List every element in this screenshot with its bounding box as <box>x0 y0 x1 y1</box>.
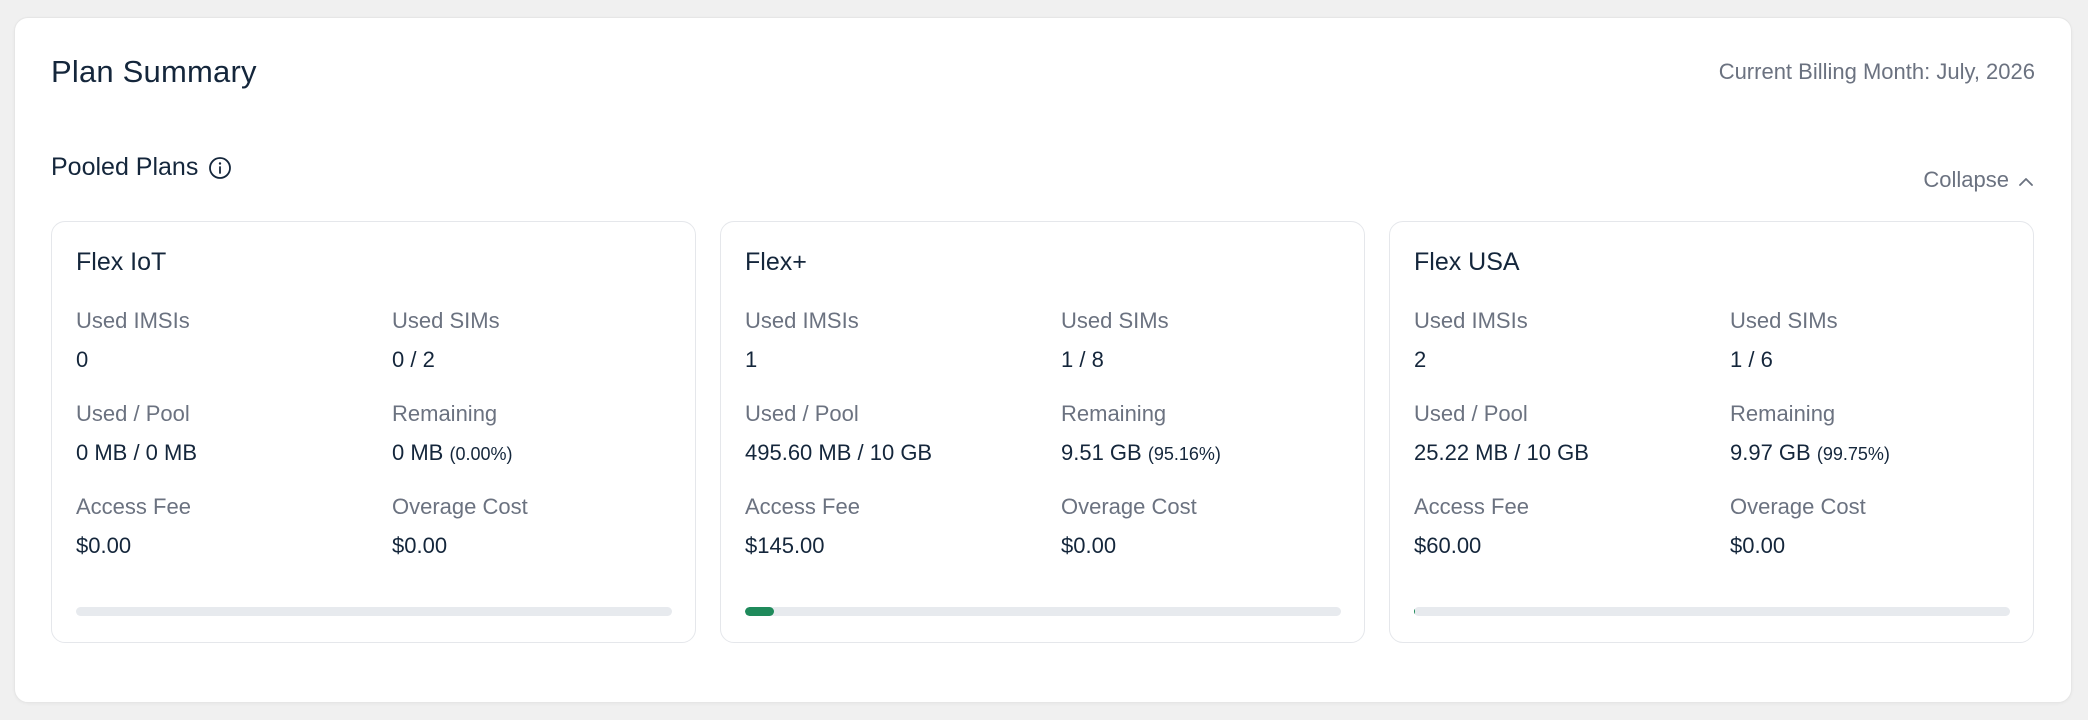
overage-cost-value: $0.00 <box>1061 533 1117 558</box>
overage-cost-label: Overage Cost <box>1061 494 1197 519</box>
remaining-percent: (99.75%) <box>1816 444 1890 464</box>
overage-cost-label: Overage Cost <box>1730 494 1866 519</box>
plan-card-flex-iot: Flex IoT Used IMSIs 0 Used SIMs 0 / 2 Us… <box>51 221 696 643</box>
used-pool-value: 495.60 MB / 10 GB <box>745 440 933 465</box>
remaining-percent: (95.16%) <box>1147 444 1221 464</box>
remaining-value: 0 MB (0.00%) <box>392 440 513 466</box>
chevron-up-icon <box>2017 171 2035 189</box>
used-imsis-value: 0 <box>76 347 89 372</box>
remaining-value: 9.51 GB (95.16%) <box>1061 440 1221 466</box>
plan-name: Flex USA <box>1414 248 1520 276</box>
overage-cost-value: $0.00 <box>1730 533 1786 558</box>
overage-cost-value: $0.00 <box>392 533 448 558</box>
plan-summary-panel: Plan Summary Current Billing Month: July… <box>14 17 2072 703</box>
access-fee-value: $145.00 <box>745 533 825 558</box>
used-imsis-label: Used IMSIs <box>745 308 859 333</box>
remaining-amount: 9.51 GB <box>1061 440 1142 465</box>
collapse-label: Collapse <box>1923 167 2009 192</box>
used-sims-label: Used SIMs <box>392 308 500 333</box>
remaining-label: Remaining <box>1061 401 1167 426</box>
remaining-value: 9.97 GB (99.75%) <box>1730 440 1890 466</box>
plan-name: Flex+ <box>745 248 807 276</box>
plan-name: Flex IoT <box>76 248 167 276</box>
usage-progress-fill <box>1414 607 1416 616</box>
page-title: Plan Summary <box>51 54 257 89</box>
access-fee-label: Access Fee <box>76 494 191 519</box>
remaining-label: Remaining <box>392 401 498 426</box>
used-sims-value: 0 / 2 <box>392 347 435 372</box>
usage-progress-fill <box>745 607 774 616</box>
used-pool-label: Used / Pool <box>745 401 859 426</box>
overage-cost-label: Overage Cost <box>392 494 528 519</box>
used-sims-label: Used SIMs <box>1061 308 1169 333</box>
access-fee-label: Access Fee <box>1414 494 1529 519</box>
access-fee-label: Access Fee <box>745 494 860 519</box>
collapse-button[interactable]: Collapse <box>1923 167 2035 193</box>
section-title-text: Pooled Plans <box>51 153 199 181</box>
info-icon[interactable] <box>208 156 232 180</box>
access-fee-value: $60.00 <box>1414 533 1482 558</box>
used-imsis-value: 1 <box>745 347 758 372</box>
used-pool-label: Used / Pool <box>1414 401 1528 426</box>
usage-progress-bar <box>1414 607 2010 616</box>
used-sims-label: Used SIMs <box>1730 308 1838 333</box>
used-pool-value: 25.22 MB / 10 GB <box>1414 440 1589 465</box>
usage-progress-bar <box>745 607 1341 616</box>
used-imsis-label: Used IMSIs <box>1414 308 1528 333</box>
plan-card-flex-usa: Flex USA Used IMSIs 2 Used SIMs 1 / 6 Us… <box>1389 221 2034 643</box>
used-imsis-label: Used IMSIs <box>76 308 190 333</box>
access-fee-value: $0.00 <box>76 533 132 558</box>
used-imsis-value: 2 <box>1414 347 1427 372</box>
used-pool-label: Used / Pool <box>76 401 190 426</box>
usage-progress-bar <box>76 607 672 616</box>
remaining-amount: 9.97 GB <box>1730 440 1811 465</box>
used-pool-value: 0 MB / 0 MB <box>76 440 198 465</box>
pooled-plans-heading: Pooled Plans <box>51 153 232 182</box>
used-sims-value: 1 / 8 <box>1061 347 1104 372</box>
plan-cards: Flex IoT Used IMSIs 0 Used SIMs 0 / 2 Us… <box>51 221 2034 643</box>
remaining-amount: 0 MB <box>392 440 444 465</box>
remaining-label: Remaining <box>1730 401 1836 426</box>
used-sims-value: 1 / 6 <box>1730 347 1773 372</box>
billing-month: Current Billing Month: July, 2026 <box>1718 59 2035 84</box>
remaining-percent: (0.00%) <box>449 444 513 464</box>
plan-card-flex-plus: Flex+ Used IMSIs 1 Used SIMs 1 / 8 Used … <box>720 221 1365 643</box>
